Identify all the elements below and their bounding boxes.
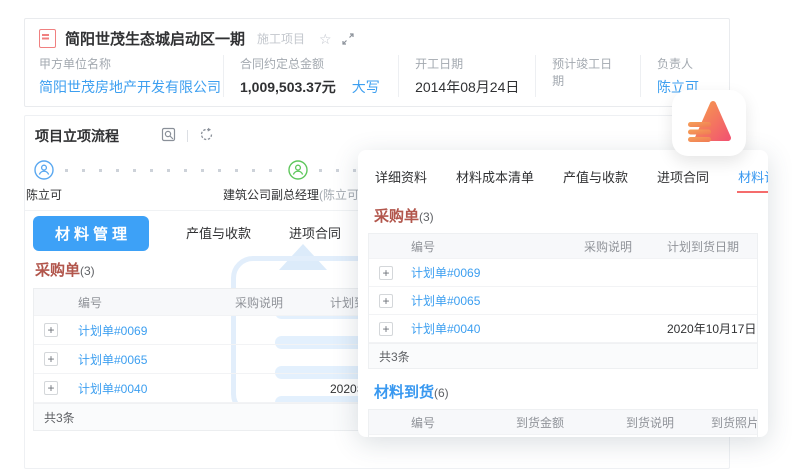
plan-no-link[interactable]: 计划单#0069 — [403, 264, 576, 281]
plan-no-link[interactable]: 计划单#0069 — [70, 322, 227, 339]
field-label: 甲方单位名称 — [39, 55, 207, 72]
overlay-tabs-row: 详细资料 材料成本清单 产值与收款 进项合同 材料计划/到货 劳务工人 — [368, 160, 758, 193]
table-row: + 计划单#0069 — [369, 259, 757, 287]
flow-node-manager-icon[interactable] — [288, 160, 308, 180]
plan-no-link[interactable]: 计划单#0040 — [403, 320, 576, 337]
project-title-row: 简阳世茂生态城启动区一期 施工项目 ☆ — [25, 19, 729, 53]
toolbar-divider — [187, 130, 188, 142]
flow-section-title: 项目立项流程 — [35, 126, 119, 146]
col-desc: 采购说明 — [576, 238, 659, 255]
table-footer-count: 共3条 — [369, 343, 757, 368]
field-label: 负责人 — [657, 55, 699, 72]
expand-row-button[interactable]: + — [44, 352, 58, 366]
app-logo-card — [672, 90, 746, 156]
field-start-date: 开工日期 2014年08月24日 — [398, 55, 535, 97]
project-title: 简阳世茂生态城启动区一期 — [65, 28, 245, 49]
col-desc: 采购说明 — [227, 294, 322, 311]
field-label: 开工日期 — [415, 55, 519, 72]
field-value-link[interactable]: 简阳世茂房地产开发有限公司 — [39, 77, 207, 97]
col-no: 编号 — [403, 414, 508, 431]
tab-output-and-collection[interactable]: 产值与收款 — [185, 217, 252, 250]
table-row: + 计划单#0065 — [369, 287, 757, 315]
project-header-card: 简阳世茂生态城启动区一期 施工项目 ☆ 甲方单位名称 简阳世茂房地产开发有限公司… — [24, 18, 730, 107]
expand-row-button[interactable]: + — [379, 322, 393, 336]
arrival-table: 编号 到货金额 到货说明 到货照片 + 材料到货#0055 10,000.00 — [368, 409, 758, 437]
field-planned-finish-date: 预计竣工日期 — [535, 55, 640, 97]
col-amount: 到货金额 — [508, 414, 618, 431]
material-management-button[interactable]: 材料管理 — [33, 216, 149, 251]
app-logo-icon — [686, 100, 732, 147]
field-contract-amount: 合同约定总金额 1,009,503.37元 大写 — [223, 55, 398, 97]
plan-no-link[interactable]: 计划单#0065 — [403, 292, 576, 309]
expand-row-button[interactable]: + — [44, 381, 58, 395]
table-header: 编号 采购说明 计划到货日期 — [369, 234, 757, 259]
tab-output-and-collection[interactable]: 产值与收款 — [562, 162, 629, 193]
flow-refresh-icon[interactable] — [199, 127, 214, 145]
table-row: + 计划单#0040 2020年10月17日 — [369, 315, 757, 343]
flow-node-label: 陈立可 — [26, 186, 62, 203]
favorite-star-icon[interactable]: ☆ — [319, 32, 332, 46]
table-header: 编号 到货金额 到货说明 到货照片 — [369, 410, 757, 435]
field-value: 2014年08月24日 — [415, 77, 519, 97]
tab-material-plan-arrival[interactable]: 材料计划/到货 — [737, 162, 768, 193]
flow-preview-icon[interactable] — [161, 127, 176, 145]
tab-details[interactable]: 详细资料 — [374, 162, 428, 193]
flow-connector-dots — [65, 169, 283, 172]
field-label: 合同约定总金额 — [240, 55, 382, 72]
col-date: 计划到货日期 — [659, 238, 757, 255]
project-fields-row: 甲方单位名称 简阳世茂房地产开发有限公司 合同约定总金额 1,009,503.3… — [25, 53, 729, 97]
flow-node-label: 建筑公司副总经理(陈立可) — [223, 186, 363, 203]
project-file-icon — [39, 29, 56, 48]
flow-node-user-icon[interactable] — [34, 160, 54, 180]
arrival-section-title: 材料到货 (6) — [368, 369, 758, 402]
expand-row-button[interactable]: + — [44, 323, 58, 337]
field-label: 预计竣工日期 — [552, 55, 624, 89]
expand-icon[interactable] — [342, 33, 354, 45]
material-plan-overlay-panel: 详细资料 材料成本清单 产值与收款 进项合同 材料计划/到货 劳务工人 采购单 … — [358, 150, 768, 437]
col-desc: 到货说明 — [618, 414, 703, 431]
project-type-badge: 施工项目 — [257, 30, 305, 47]
purchase-section-title: 采购单 (3) — [368, 193, 758, 226]
plan-no-link[interactable]: 计划单#0065 — [70, 351, 227, 368]
table-row: + 材料到货#0055 10,000.00 — [369, 435, 757, 437]
contract-amount-value: 1,009,503.37元 — [240, 77, 336, 97]
col-no: 编号 — [70, 294, 227, 311]
col-no: 编号 — [403, 238, 576, 255]
tab-material-cost-list[interactable]: 材料成本清单 — [455, 162, 535, 193]
expand-row-button[interactable]: + — [379, 294, 393, 308]
expand-row-button[interactable]: + — [379, 266, 393, 280]
col-photo: 到货照片 — [703, 414, 757, 431]
field-owner-company: 甲方单位名称 简阳世茂房地产开发有限公司 — [39, 55, 223, 97]
purchase-table: 编号 采购说明 计划到货日期 + 计划单#0069 + 计划单#0065 + 计… — [368, 233, 758, 369]
tab-incoming-contract[interactable]: 进项合同 — [288, 217, 342, 250]
tab-incoming-contract[interactable]: 进项合同 — [656, 162, 710, 193]
plan-no-link[interactable]: 计划单#0040 — [70, 380, 227, 397]
amount-in-words-link[interactable]: 大写 — [352, 77, 380, 97]
